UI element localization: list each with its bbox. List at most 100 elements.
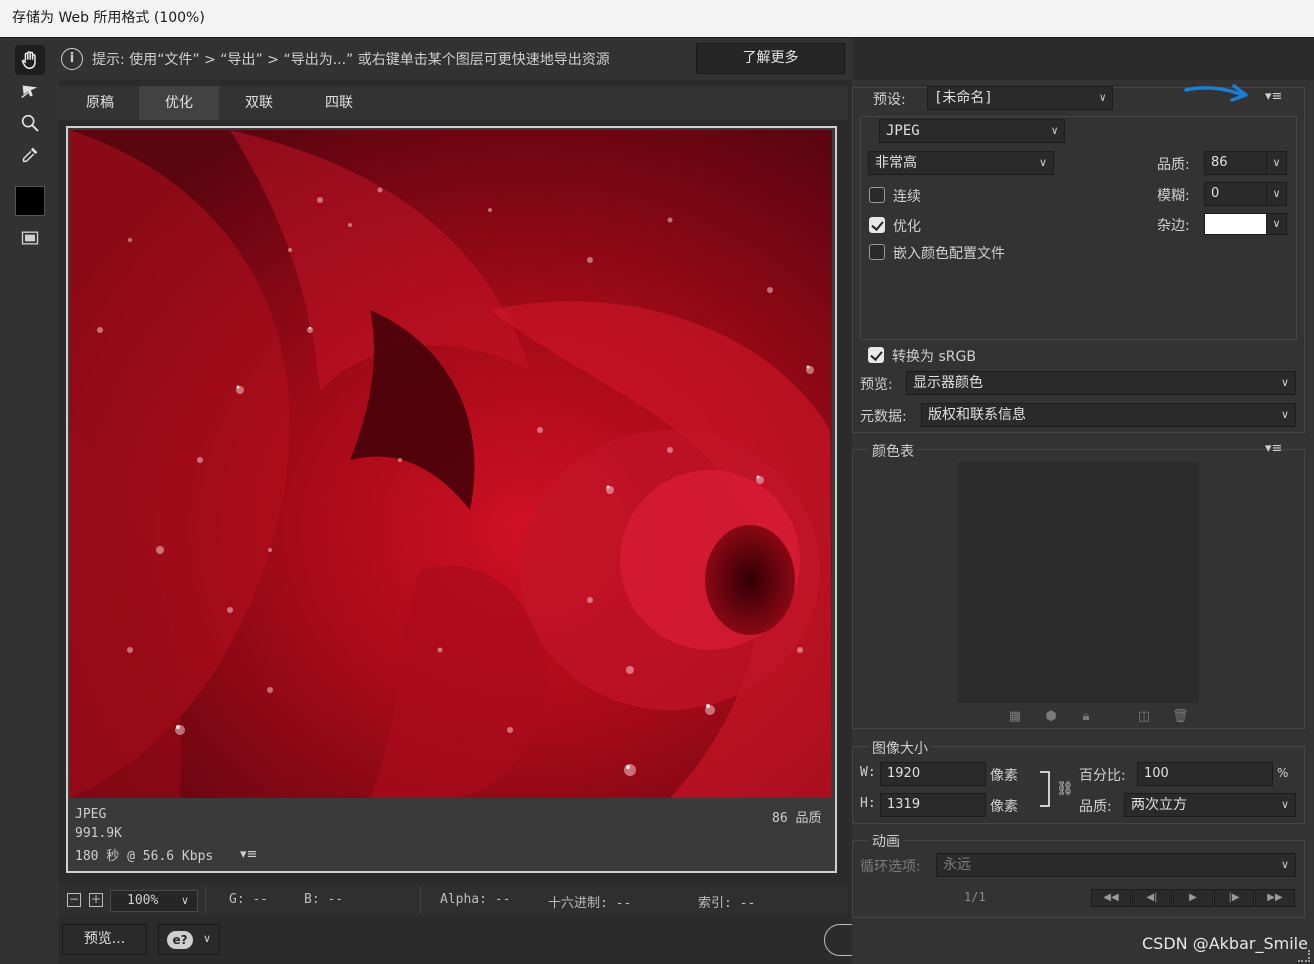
watermark: CSDN @Akbar_Smile	[1142, 934, 1308, 953]
preview-color-value: 显示器颜色	[913, 375, 983, 391]
rose-image	[70, 130, 832, 798]
status-blue: B: --	[304, 892, 344, 907]
metadata-select[interactable]: 版权和联系信息 ∨	[921, 403, 1296, 427]
divider	[205, 887, 206, 913]
trash-icon[interactable]: 🗑︎	[1172, 709, 1189, 725]
status-alpha: Alpha: --	[440, 892, 511, 907]
constrain-bracket	[1040, 771, 1050, 807]
chevron-down-icon: ∨	[1280, 408, 1289, 421]
annotation-arrow-icon	[1184, 84, 1248, 102]
height-field[interactable]: 1319	[880, 793, 986, 817]
percent-unit: %	[1277, 766, 1289, 780]
blur-field[interactable]: 0	[1204, 182, 1267, 206]
tool-column	[0, 38, 58, 964]
status-hex: 十六进制: --	[548, 896, 632, 911]
chevron-down-icon: ∨	[1280, 858, 1289, 871]
quality-dropdown[interactable]: ∨	[1267, 151, 1287, 175]
matte-color-swatch[interactable]	[1204, 213, 1267, 235]
preset-select[interactable]: [未命名] ∨	[927, 86, 1113, 110]
last-frame-button[interactable]: ▶▶	[1255, 889, 1295, 907]
tab-original[interactable]: 原稿	[60, 86, 140, 120]
convert-srgb-checkbox[interactable]	[868, 347, 884, 363]
matte-dropdown[interactable]: ∨	[1267, 213, 1287, 235]
chevron-down-icon: ∨	[203, 932, 212, 945]
preview-color-select[interactable]: 显示器颜色 ∨	[906, 371, 1296, 395]
link-icon[interactable]: ⛓︎	[1056, 781, 1074, 797]
browser-icon: e?	[167, 931, 193, 949]
height-label: H:	[860, 796, 876, 811]
percent-field[interactable]: 100	[1137, 762, 1273, 786]
compression-quality-select[interactable]: 非常高 ∨	[868, 151, 1054, 175]
status-green: G: --	[229, 892, 269, 907]
chevron-down-icon[interactable]: ∨	[181, 894, 189, 907]
chevron-down-icon: ∨	[1051, 124, 1058, 137]
web-snap-icon[interactable]: ▦	[1007, 709, 1023, 725]
info-icon: i	[61, 48, 83, 70]
tab-4-up[interactable]: 四联	[299, 86, 379, 120]
hand-icon	[21, 51, 36, 69]
magnifier-icon	[21, 114, 39, 132]
divider	[420, 887, 421, 913]
eyedropper-color-swatch[interactable]	[15, 186, 45, 216]
preview-quality: 86 品质	[772, 811, 822, 826]
chevron-down-icon: ∨	[1038, 156, 1047, 169]
toggle-slices-visibility[interactable]	[15, 224, 45, 252]
eyedropper-tool[interactable]	[15, 140, 45, 170]
embed-profile-label: 嵌入颜色配置文件	[893, 246, 1005, 262]
blur-dropdown[interactable]: ∨	[1267, 182, 1287, 206]
metadata-label: 元数据:	[860, 409, 907, 425]
zoom-out-button[interactable]: −	[67, 893, 81, 907]
quality-label: 品质:	[1157, 157, 1190, 173]
play-button[interactable]: ▶	[1173, 889, 1213, 907]
color-table-menu-icon[interactable]: ▾≡	[1265, 441, 1282, 456]
preview-image[interactable]	[70, 130, 832, 798]
width-field[interactable]: 1920	[880, 762, 986, 786]
next-frame-button[interactable]: |▶	[1214, 889, 1254, 907]
resample-quality-label: 品质:	[1079, 799, 1112, 815]
hint-text: 提示: 使用“文件” > “导出” > “导出为...” 或右键单击某个图层可更…	[92, 52, 610, 68]
resample-quality-select[interactable]: 两次立方 ∨	[1124, 793, 1296, 817]
zoom-tool[interactable]	[15, 108, 45, 138]
compression-value: 非常高	[875, 155, 917, 171]
preview-file-size: 991.9K	[75, 826, 122, 841]
blur-label: 模糊:	[1157, 188, 1190, 204]
matte-label: 杂边:	[1157, 218, 1190, 234]
progressive-label: 连续	[893, 189, 921, 205]
loop-options-label: 循环选项:	[860, 859, 921, 875]
loop-options-select[interactable]: 永远 ∨	[936, 853, 1296, 877]
zoom-in-button[interactable]: +	[89, 893, 103, 907]
tab-optimized[interactable]: 优化	[139, 86, 219, 120]
loop-options-value: 永远	[943, 857, 971, 873]
progressive-checkbox[interactable]	[869, 187, 885, 203]
new-color-icon[interactable]: ◫	[1136, 709, 1152, 725]
resample-quality-value: 两次立方	[1131, 797, 1187, 813]
file-format-select[interactable]: JPEG ∨	[879, 119, 1065, 143]
slice-select-icon	[21, 85, 38, 99]
preview-format: JPEG	[75, 807, 107, 822]
tab-2-up[interactable]: 双联	[219, 86, 299, 120]
learn-more-button[interactable]: 了解更多	[696, 43, 845, 74]
convert-srgb-label: 转换为 sRGB	[892, 349, 976, 365]
browser-select[interactable]: e? ∨	[158, 924, 220, 955]
chevron-down-icon: ∨	[1280, 376, 1289, 389]
download-speed-menu-icon[interactable]: ▾≡	[240, 847, 257, 862]
color-table-title: 颜色表	[869, 441, 917, 461]
previous-frame-button[interactable]: ◀|	[1132, 889, 1172, 907]
quality-field[interactable]: 86	[1204, 151, 1267, 175]
hand-tool[interactable]	[15, 45, 45, 75]
lock-icon[interactable]: 🔒︎	[1078, 709, 1094, 725]
preview-in-browser-button[interactable]: 预览...	[62, 924, 147, 955]
status-index: 索引: --	[698, 896, 756, 911]
cube-icon[interactable]: ⬢	[1043, 709, 1059, 725]
slice-select-tool[interactable]	[15, 76, 45, 106]
first-frame-button[interactable]: ◀◀	[1091, 889, 1131, 907]
preset-label: 预设:	[871, 89, 908, 109]
format-value: JPEG	[886, 123, 920, 139]
color-table-swatches[interactable]	[958, 462, 1199, 703]
optimize-menu-icon[interactable]: ▾≡	[1265, 89, 1282, 104]
embed-profile-checkbox[interactable]	[869, 244, 885, 260]
optimized-label: 优化	[893, 219, 921, 235]
width-unit: 像素	[990, 768, 1018, 784]
optimized-checkbox[interactable]	[869, 217, 885, 233]
width-label: W:	[860, 765, 876, 780]
